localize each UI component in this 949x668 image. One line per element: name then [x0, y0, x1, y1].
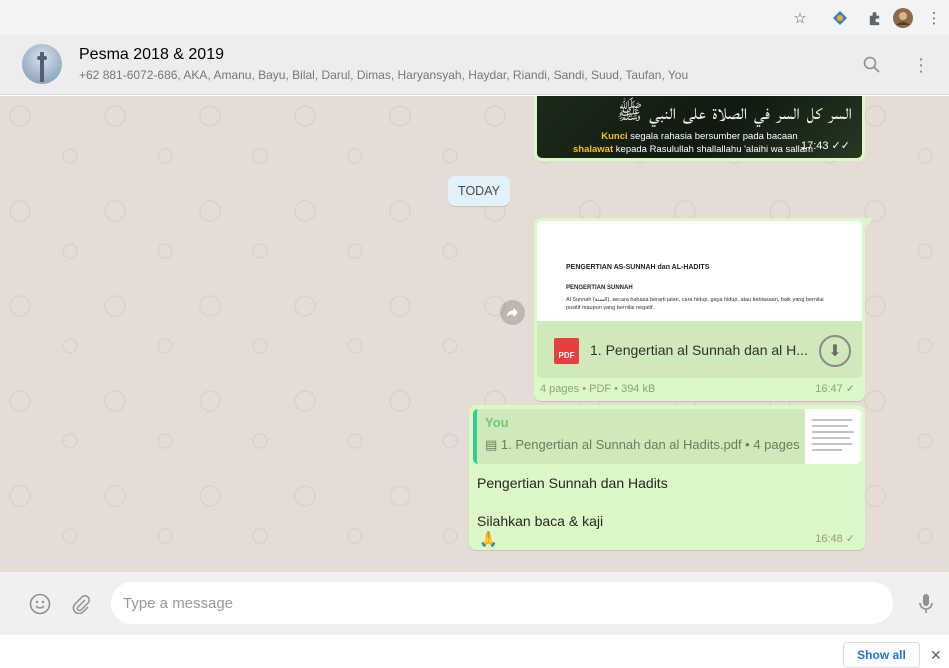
puzzle-icon[interactable] [864, 8, 884, 28]
image-message[interactable]: السر كل السر في الصلاة على النبي ﷺ Kunci… [534, 96, 865, 161]
menu-icon[interactable]: ⋮ [910, 54, 932, 76]
browser-toolbar: ☆ ⋮ [0, 0, 949, 35]
message-time: 16:48 ✓ [815, 533, 855, 545]
group-avatar[interactable] [22, 44, 62, 84]
pdf-preview[interactable]: PENGERTIAN AS-SUNNAH dan AL-HADITS PENGE… [537, 221, 862, 321]
pdf-message[interactable]: PENGERTIAN AS-SUNNAH dan AL-HADITS PENGE… [534, 218, 873, 401]
download-shelf: Show all ✕ [0, 633, 949, 668]
quote-text: ▤ 1. Pengertian al Sunnah dan al Hadits.… [485, 437, 800, 452]
quote-thumbnail [805, 409, 861, 464]
download-icon[interactable]: ⬇ [819, 335, 851, 367]
chat-area[interactable]: السر كل السر في الصلاة على النبي ﷺ Kunci… [0, 96, 949, 571]
reply-message[interactable]: You ▤ 1. Pengertian al Sunnah dan al Had… [469, 405, 865, 550]
more-vert-icon[interactable]: ⋮ [924, 8, 944, 28]
message-composer [0, 571, 949, 633]
message-time: 16:47 ✓ [815, 383, 855, 395]
pdf-preview-body: Al Sunnah (السنة), secara bahasa berarti… [566, 297, 824, 311]
emoji-icon[interactable] [27, 591, 53, 617]
close-icon[interactable]: ✕ [930, 647, 942, 664]
attach-icon[interactable] [68, 591, 94, 617]
quoted-message[interactable]: You ▤ 1. Pengertian al Sunnah dan al Had… [473, 409, 861, 464]
quote-author: You [485, 415, 509, 430]
chat-header: Pesma 2018 & 2019 +62 881-6072-686, AKA,… [0, 35, 949, 95]
show-all-button[interactable]: Show all [843, 642, 920, 668]
sent-tick-icon: ✓ [845, 383, 855, 395]
message-text: Pengertian Sunnah dan Hadits [477, 475, 668, 491]
pdf-meta: 4 pages • PDF • 394 kB [540, 383, 656, 395]
date-divider: TODAY [448, 176, 510, 206]
message-input[interactable] [111, 582, 893, 624]
forward-icon[interactable] [500, 300, 525, 325]
pdf-preview-title: PENGERTIAN AS-SUNNAH dan AL-HADITS [566, 264, 710, 271]
profile-avatar[interactable] [893, 8, 913, 28]
pdf-file-icon: PDF [554, 338, 579, 364]
image-caption-line2: shalawat kepada Rasulullah shallallahu '… [573, 144, 813, 155]
bubble-tail [865, 218, 873, 228]
search-icon[interactable] [861, 54, 883, 76]
arabic-text: السر كل السر في الصلاة على النبي ﷺ [617, 100, 852, 124]
message-text: Silahkan baca & kaji [477, 513, 604, 529]
praying-hands-emoji: 🙏 [479, 531, 498, 548]
pdf-preview-subtitle: PENGERTIAN SUNNAH [566, 285, 633, 291]
chat-title[interactable]: Pesma 2018 & 2019 [79, 46, 224, 64]
mic-icon[interactable] [913, 591, 939, 617]
chat-members[interactable]: +62 881-6072-686, AKA, Amanu, Bayu, Bila… [79, 68, 688, 82]
shalawat-image[interactable]: السر كل السر في الصلاة على النبي ﷺ Kunci… [537, 96, 862, 158]
pdf-file-row[interactable]: PDF 1. Pengertian al Sunnah dan al H... … [537, 321, 862, 378]
star-icon[interactable]: ☆ [790, 8, 810, 28]
extension-icon[interactable] [830, 8, 850, 28]
pdf-filename[interactable]: 1. Pengertian al Sunnah dan al H... [590, 342, 808, 358]
sent-tick-icon: ✓ [845, 533, 855, 545]
message-time: 17:43 ✓✓ [800, 140, 850, 152]
